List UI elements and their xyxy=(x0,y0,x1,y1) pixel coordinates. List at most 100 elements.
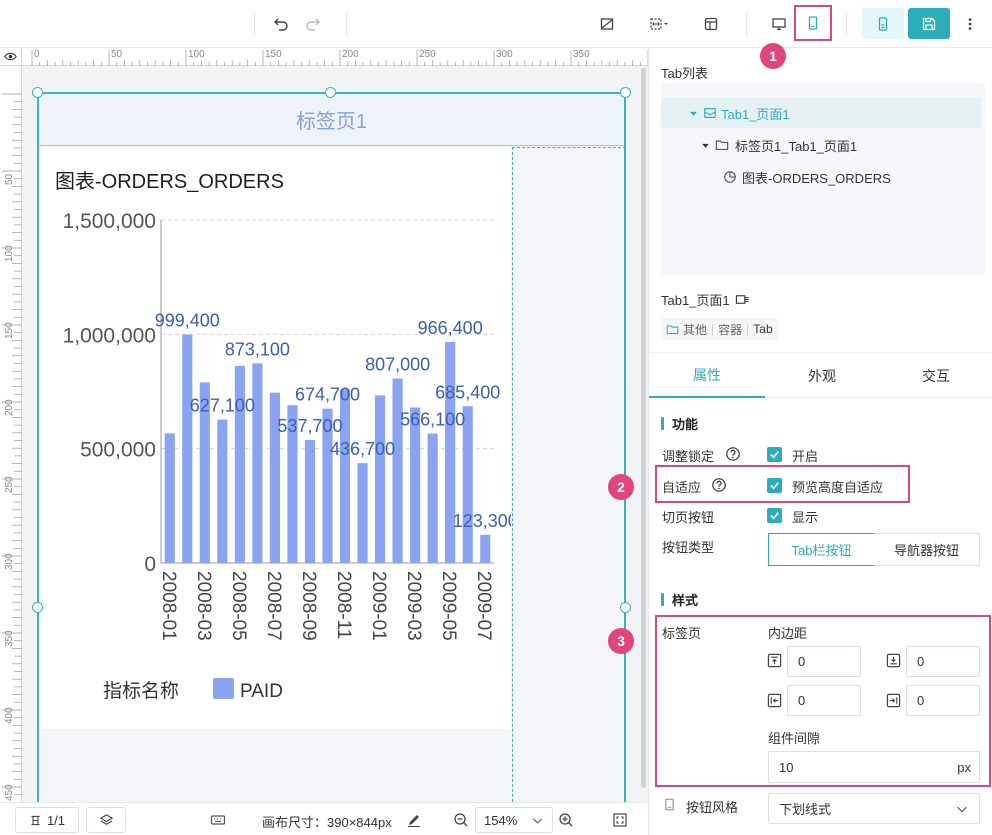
breadcrumb-item: 容器 xyxy=(718,322,743,337)
lock-value: 开启 xyxy=(792,449,819,464)
app-window: 1 0 50 100 150 200 250 300 350 50 100 150 200 250 30… xyxy=(0,0,992,835)
annotation-badge-1: 1 xyxy=(760,43,786,69)
y-tick-label: 1,000,000 xyxy=(63,324,156,347)
breadcrumb-item: 其他 xyxy=(683,322,708,337)
desktop-view-icon[interactable] xyxy=(768,14,790,34)
button-style-select[interactable]: 下划线式 xyxy=(768,793,980,824)
canvas-scrollbar[interactable] xyxy=(641,68,646,788)
tab-appearance[interactable]: 外观 xyxy=(765,354,879,398)
bar xyxy=(427,433,438,563)
layers-icon xyxy=(99,813,113,825)
section-function-title: 功能 xyxy=(661,414,698,433)
edit-size-icon[interactable] xyxy=(405,811,423,829)
folder-icon xyxy=(715,140,729,150)
section-style-title: 样式 xyxy=(661,590,698,609)
ruler-visibility-toggle[interactable] xyxy=(0,48,22,66)
tab-content-outline-left xyxy=(38,730,39,802)
zoom-in-icon[interactable] xyxy=(556,811,576,829)
clear-format-icon[interactable] xyxy=(596,14,618,34)
undo-icon[interactable] xyxy=(270,14,292,34)
check-icon xyxy=(770,482,779,490)
ruler-label: 200 xyxy=(342,49,359,60)
adaptive-checkbox[interactable] xyxy=(767,478,782,493)
toolbar-divider xyxy=(846,12,847,36)
fit-screen-icon[interactable] xyxy=(610,811,630,829)
button-style-label: 按钮风格 xyxy=(686,800,739,815)
gap-unit: px xyxy=(957,759,971,775)
pie-chart-icon xyxy=(724,171,736,183)
layers-button[interactable] xyxy=(86,807,126,833)
tree-label: 标签页1_Tab1_页面1 xyxy=(735,138,858,154)
mobile-view-icon[interactable] xyxy=(802,13,824,33)
ruler-label: 300 xyxy=(4,553,15,570)
x-tick-label: 2008-09 xyxy=(298,571,319,641)
help-icon[interactable] xyxy=(725,446,741,462)
horizontal-ruler: 0 50 100 150 200 250 300 350 xyxy=(0,48,648,66)
panel-tabs: 属性 外观 交互 xyxy=(649,354,992,398)
page-button-checkbox[interactable] xyxy=(767,508,782,523)
help-icon[interactable] xyxy=(711,477,727,493)
zoom-select[interactable]: 154% xyxy=(475,807,553,833)
chevron-down-icon xyxy=(957,806,967,812)
align-dropdown-icon[interactable] xyxy=(646,14,672,34)
padding-bottom-input[interactable]: 0 xyxy=(906,646,980,677)
bar xyxy=(480,534,491,563)
button-type-navigator[interactable]: 导航器按钮 xyxy=(874,533,980,566)
resize-handle-right[interactable] xyxy=(620,602,631,613)
bar xyxy=(182,334,193,563)
keyboard-icon[interactable] xyxy=(208,811,228,829)
button-type-tab[interactable]: Tab栏按钮 xyxy=(768,533,875,566)
tab-list-title: Tab列表 xyxy=(661,66,708,81)
data-label: 436,700 xyxy=(330,439,395,459)
tab-interaction[interactable]: 交互 xyxy=(879,354,992,398)
resize-handle-top[interactable] xyxy=(325,87,336,98)
lock-checkbox[interactable] xyxy=(767,447,782,462)
gap-input[interactable]: 10 px xyxy=(768,751,980,783)
selected-name-text: Tab1_页面1 xyxy=(661,293,730,308)
preview-mobile-button[interactable] xyxy=(862,8,904,39)
annotation-badge-3: 3 xyxy=(608,628,634,654)
resize-handle-top-left[interactable] xyxy=(32,87,43,98)
properties-panel: Tab列表 Tab1_页面1 标签页1_Tab1_页面1 图表-ORDERS_O… xyxy=(648,48,992,835)
redo-icon[interactable] xyxy=(302,14,324,34)
page-button-label: 切页按钮 xyxy=(662,510,715,525)
ruler-label: 100 xyxy=(4,245,15,262)
x-tick-label: 2009-05 xyxy=(438,571,459,641)
zoom-out-icon[interactable] xyxy=(451,811,471,829)
chart-card[interactable]: 图表-ORDERS_ORDERS 1,500,000 1,000,000 500,0… xyxy=(39,147,511,729)
padding-top-input[interactable]: 0 xyxy=(787,646,861,677)
layout-icon[interactable] xyxy=(700,14,722,34)
x-tick-label: 2009-01 xyxy=(368,571,389,641)
data-label: 873,100 xyxy=(225,339,290,359)
ruler-ticks: 50 100 150 200 250 300 350 400 450 xyxy=(2,93,22,801)
resize-handle-left[interactable] xyxy=(32,602,43,613)
tree-item-chart[interactable]: 图表-ORDERS_ORDERS xyxy=(661,162,981,192)
design-canvas[interactable]: 0 50 100 150 200 250 300 350 50 100 150 200 250 300 3… xyxy=(0,48,648,802)
ruler-label: 450 xyxy=(4,784,15,801)
folder-icon xyxy=(666,324,679,334)
bar-chart: 1,500,000 1,000,000 500,000 02008-01 2008-03… xyxy=(63,210,511,702)
tab-component[interactable]: 标签页1 图表-ORDERS_ORDERS 1,500,000 1,000,000… xyxy=(37,92,626,802)
bar xyxy=(357,463,368,563)
tree-item-tab-container[interactable]: 标签页1_Tab1_页面1 xyxy=(661,130,981,160)
save-button[interactable] xyxy=(908,8,950,39)
tree-item-tab-page[interactable]: Tab1_页面1 xyxy=(661,98,981,128)
breadcrumb-item: Tab xyxy=(753,322,773,336)
x-tick-label: 2008-01 xyxy=(158,571,179,641)
tab-properties[interactable]: 属性 xyxy=(649,354,765,398)
button-style-value: 下划线式 xyxy=(779,802,832,817)
more-menu-icon[interactable] xyxy=(960,14,980,34)
toolbar-divider xyxy=(346,12,347,36)
tab-header[interactable]: 标签页1 xyxy=(39,94,624,146)
data-label: 566,100 xyxy=(400,410,465,430)
page-indicator-button[interactable]: 1/1 xyxy=(15,807,79,833)
padding-left-input[interactable]: 0 xyxy=(787,685,861,716)
padding-left-icon xyxy=(767,693,782,708)
page-button-value: 显示 xyxy=(792,510,819,525)
x-tick-label: 2009-07 xyxy=(473,571,494,641)
ruler-label: 50 xyxy=(4,173,15,185)
ruler-label: 200 xyxy=(4,399,15,416)
tab-title[interactable]: 标签页1 xyxy=(296,105,367,134)
padding-right-input[interactable]: 0 xyxy=(906,685,980,716)
resize-handle-top-right[interactable] xyxy=(620,87,631,98)
